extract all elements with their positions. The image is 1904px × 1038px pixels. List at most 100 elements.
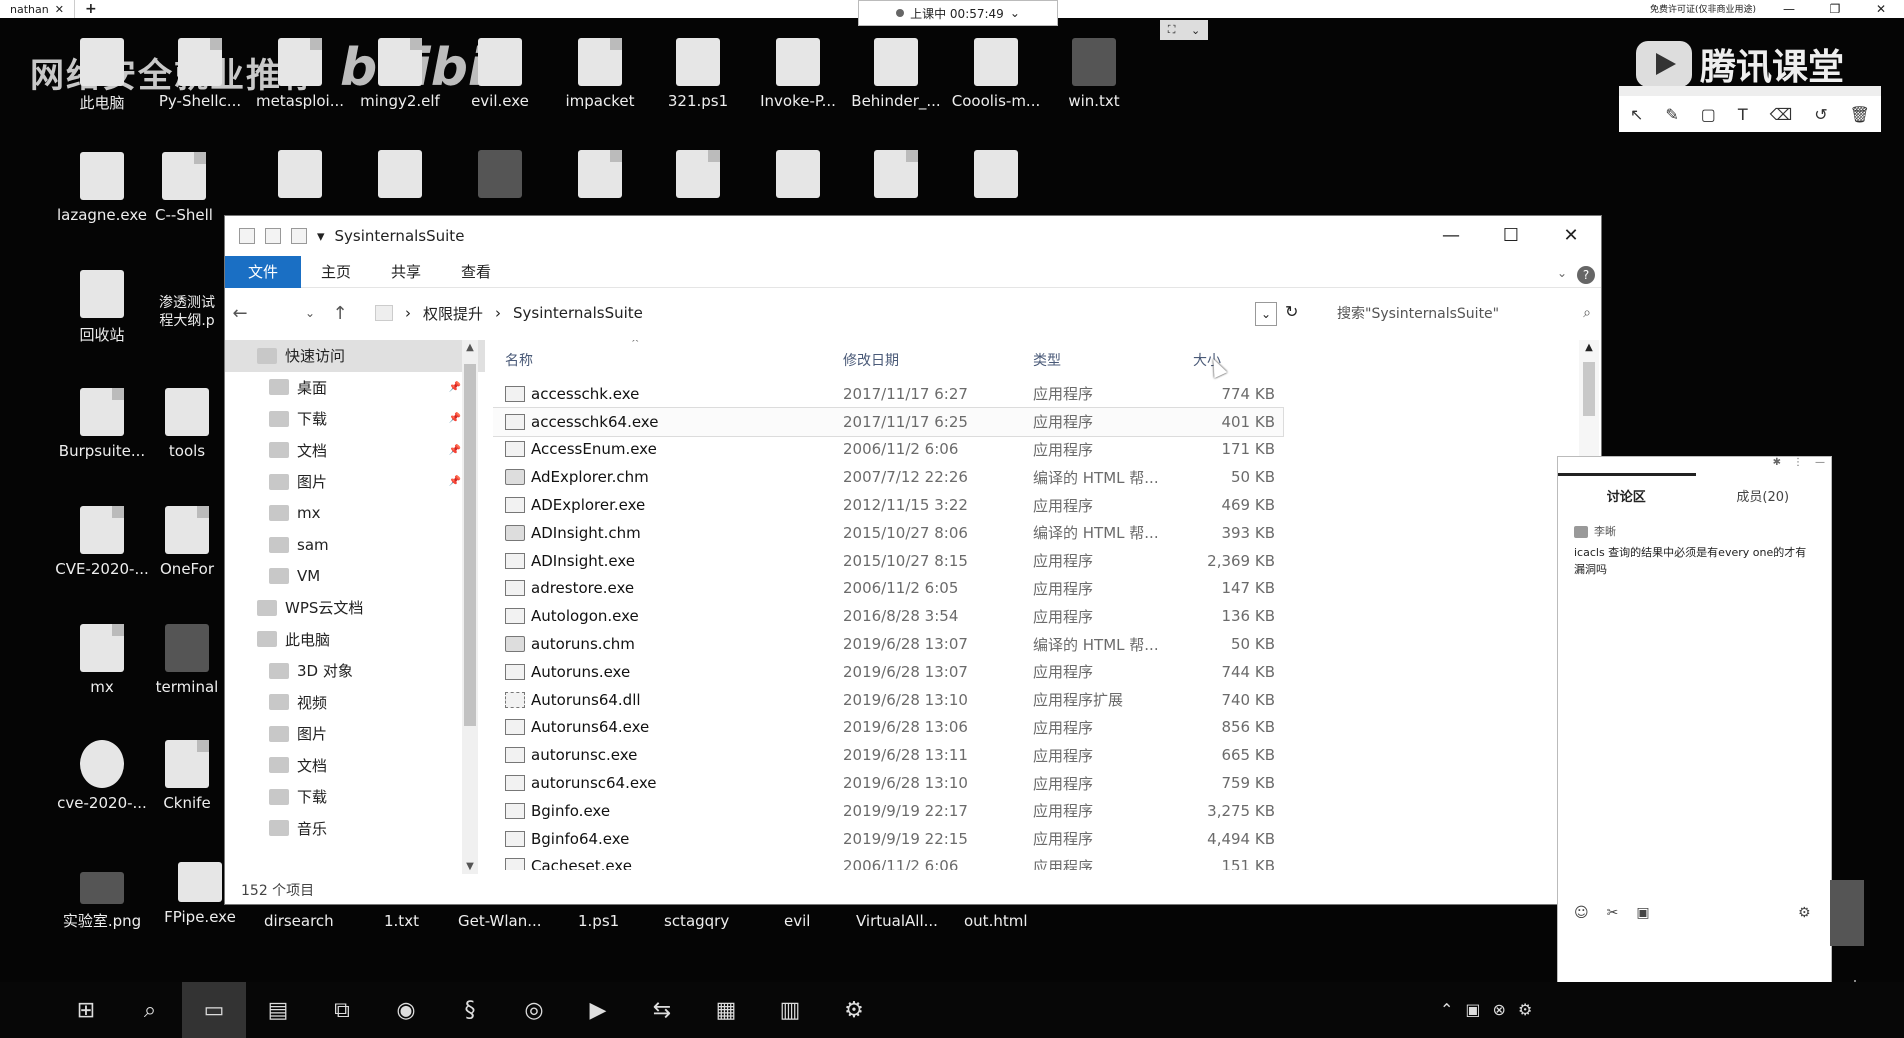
file-row[interactable]: ADExplorer.exe 2012/11/15 3:22 应用程序 469 KB [493, 491, 1573, 519]
taskbar-app-icon[interactable]: ▤ [246, 982, 310, 1038]
nav-item[interactable]: 此电脑 [225, 624, 485, 656]
desktop-icon[interactable]: evil.exe [452, 38, 548, 110]
tray-app-icon[interactable]: ⊗ [1493, 1000, 1506, 1019]
tab-members[interactable]: 成员(20) [1695, 486, 1832, 505]
tab-discussion[interactable]: 讨论区 [1558, 486, 1695, 505]
file-row[interactable]: adrestore.exe 2006/11/2 6:05 应用程序 147 KB [493, 575, 1573, 603]
side-widget[interactable] [1830, 880, 1864, 946]
back-arrow-icon[interactable]: ← [225, 303, 255, 324]
column-type[interactable]: 类型 [1033, 350, 1193, 370]
nav-item[interactable]: 下载 [225, 781, 485, 813]
breadcrumb[interactable]: › 权限提升 › SysinternalsSuite [375, 303, 643, 324]
desktop-icon[interactable]: Invoke-P... [750, 38, 846, 110]
chevron-down-icon[interactable]: ⌄ [1191, 24, 1200, 37]
taskbar-app-icon[interactable]: § [438, 982, 502, 1038]
desktop-icon-label[interactable]: 1.ps1 [578, 912, 619, 930]
desktop-icon[interactable]: CVE-2020-... [54, 506, 150, 578]
close-tab-icon[interactable]: ✕ [55, 3, 64, 16]
nav-item[interactable]: 桌面 📌 [225, 372, 485, 404]
desktop-icon[interactable] [252, 150, 348, 204]
nav-item[interactable]: WPS云文档 [225, 592, 485, 624]
tab-view[interactable]: 查看 [441, 256, 511, 288]
close-button[interactable]: ✕ [1858, 0, 1904, 18]
breadcrumb-item[interactable]: SysinternalsSuite [513, 304, 643, 322]
browser-tab[interactable]: nathan ✕ [0, 0, 75, 18]
start-icon[interactable]: ⊞ [54, 982, 118, 1038]
scroll-down-icon[interactable]: ▼ [462, 861, 478, 872]
class-status-bar[interactable]: 上课中 00:57:49 ⌄ [858, 0, 1058, 26]
settings-icon[interactable]: ⚙ [1798, 905, 1811, 921]
search-icon[interactable]: ⌕ [118, 982, 182, 1038]
desktop-icon[interactable]: OneFor [152, 506, 222, 578]
file-row[interactable]: autorunsc.exe 2019/6/28 13:11 应用程序 665 KB [493, 741, 1573, 769]
nav-item[interactable]: 下载 📌 [225, 403, 485, 435]
file-row[interactable]: ADInsight.exe 2015/10/27 8:15 应用程序 2,369 KB [493, 547, 1573, 575]
new-tab-button[interactable]: + [75, 1, 107, 17]
refresh-icon[interactable]: ↻ [1285, 302, 1298, 321]
desktop-icon[interactable]: Behinder_... [848, 38, 944, 110]
desktop-icon[interactable]: cve-2020-... [54, 740, 150, 812]
nav-item[interactable]: 文档 📌 [225, 435, 485, 467]
chevron-up-icon[interactable]: ⌃ [1440, 1000, 1453, 1019]
nav-item[interactable]: 3D 对象 [225, 655, 485, 687]
desktop-icon[interactable]: C--Shell [152, 152, 216, 224]
pointer-tool-icon[interactable]: ↖ [1630, 105, 1643, 124]
chevron-down-icon[interactable]: ⌄ [1557, 266, 1567, 280]
file-row[interactable]: Autoruns64.dll 2019/6/28 13:10 应用程序扩展 740 K… [493, 686, 1573, 714]
pin-icon[interactable]: ✱ [1773, 457, 1781, 475]
image-icon[interactable]: ▣ [1636, 905, 1649, 921]
address-dropdown-icon[interactable]: ⌄ [1255, 302, 1277, 326]
desktop-icon[interactable]: 实验室.png [54, 872, 150, 931]
file-row[interactable]: Autoruns64.exe 2019/6/28 13:06 应用程序 856 KB [493, 714, 1573, 742]
desktop-icon[interactable]: Py-Shellc... [152, 38, 248, 110]
taskbar-app-icon[interactable]: ⧉ [310, 982, 374, 1038]
scissors-icon[interactable]: ✂ [1607, 905, 1619, 921]
desktop-icon-label[interactable]: 1.txt [384, 912, 419, 930]
pin-icon[interactable]: 📌 [449, 476, 461, 487]
search-icon[interactable]: ⌕ [1583, 305, 1591, 321]
desktop-icon-label[interactable]: out.html [964, 912, 1028, 930]
teamviewer-icon[interactable]: ⇆ [630, 982, 694, 1038]
desktop-icon[interactable] [650, 150, 746, 204]
search-input[interactable]: 搜索"SysinternalsSuite" ⌕ [1331, 298, 1597, 328]
desktop-icon[interactable]: 渗透测试 程大纲.p [152, 294, 222, 330]
nav-item[interactable]: 音乐 [225, 813, 485, 845]
file-row[interactable]: ADInsight.chm 2015/10/27 8:06 编译的 HTML 帮..… [493, 519, 1573, 547]
file-row[interactable]: autoruns.chm 2019/6/28 13:07 编译的 HTML 帮...… [493, 630, 1573, 658]
desktop-icon[interactable] [848, 150, 944, 204]
nav-item[interactable]: mx [225, 498, 485, 530]
tab-share[interactable]: 共享 [371, 256, 441, 288]
close-button[interactable]: ✕ [1541, 216, 1601, 256]
desktop-icon[interactable]: lazagne.exe [54, 152, 150, 224]
shape-tool-icon[interactable]: ▢ [1701, 105, 1716, 124]
file-row[interactable]: autorunsc64.exe 2019/6/28 13:10 应用程序 759 KB [493, 769, 1573, 797]
file-row[interactable]: AdExplorer.chm 2007/7/12 22:26 编译的 HTML 帮.… [493, 463, 1573, 491]
chrome-icon[interactable]: ◎ [502, 982, 566, 1038]
desktop-icon[interactable]: mingy2.elf [352, 38, 448, 110]
file-row[interactable]: Bginfo.exe 2019/9/19 22:17 应用程序 3,275 KB [493, 797, 1573, 825]
window-titlebar[interactable]: ▾ SysinternalsSuite — ☐ ✕ [225, 216, 1601, 256]
terminal-icon[interactable]: ▶ [566, 982, 630, 1038]
desktop-icon[interactable]: tools [152, 388, 222, 460]
chevron-down-icon[interactable]: ▾ [317, 227, 325, 245]
taskbar-app-icon[interactable]: ▭ [182, 982, 246, 1038]
fullscreen-icon[interactable]: ⛶ [1168, 23, 1176, 37]
breadcrumb-item[interactable]: 权限提升 [423, 303, 483, 324]
taskbar-app-icon[interactable]: ▦ [694, 982, 758, 1038]
desktop-icon[interactable] [552, 150, 648, 204]
desktop-icon[interactable] [452, 150, 548, 204]
desktop-icon-label[interactable]: Get-Wlan... [458, 912, 542, 930]
desktop-icon[interactable]: Cknife [152, 740, 222, 812]
scroll-up-icon[interactable]: ▲ [462, 342, 478, 353]
desktop-icon[interactable]: 321.ps1 [650, 38, 746, 110]
maximize-button[interactable]: ☐ [1481, 216, 1541, 256]
minimize-button[interactable]: — [1766, 0, 1812, 18]
drawing-toolbar-handle[interactable] [1619, 86, 1881, 96]
taskbar-app-icon[interactable]: ⚙ [822, 982, 886, 1038]
edge-browser-icon[interactable]: ◉ [374, 982, 438, 1038]
file-row[interactable]: Cacheset.exe 2006/11/2 6:06 应用程序 151 KB [493, 853, 1573, 870]
file-row[interactable]: Bginfo64.exe 2019/9/19 22:15 应用程序 4,494 KB [493, 825, 1573, 853]
desktop-icon[interactable] [750, 150, 846, 204]
tray-app-icon[interactable]: ⚙ [1518, 1000, 1532, 1019]
desktop-icon-label[interactable]: evil [784, 912, 810, 930]
